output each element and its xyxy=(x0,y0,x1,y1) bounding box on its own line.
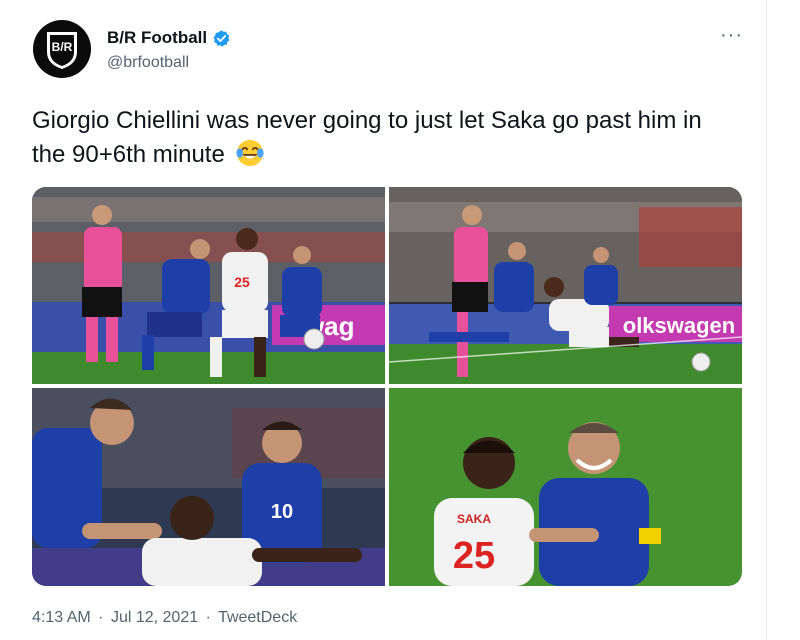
author-avatar[interactable]: B/R xyxy=(33,20,91,78)
face-with-tears-of-joy-icon xyxy=(236,139,265,167)
tweet-text-content: Giorgio Chiellini was never going to jus… xyxy=(32,107,702,168)
verified-badge-icon xyxy=(213,29,230,47)
photo-4-image: SAKA 25 xyxy=(389,388,742,586)
shirt-number-10: 10 xyxy=(271,501,293,523)
avatar-text: B/R xyxy=(52,40,73,54)
author-name-row: B/R Football xyxy=(107,28,231,48)
tweet-meta: 4:13 AM · Jul 12, 2021 · TweetDeck xyxy=(32,609,300,627)
tweet-media-grid[interactable]: swag 25 olkswagen 10 SAKA 25 xyxy=(32,187,742,586)
photo-3-image: 10 xyxy=(32,388,385,586)
media-photo-2[interactable]: olkswagen xyxy=(389,187,742,384)
tweet-date[interactable]: Jul 12, 2021 xyxy=(111,609,198,626)
media-photo-4[interactable]: SAKA 25 xyxy=(389,388,742,586)
br-logo-icon: B/R xyxy=(47,32,77,69)
author-name[interactable]: B/R Football xyxy=(107,28,207,48)
photo-2-image: olkswagen xyxy=(389,187,742,384)
meta-separator: · xyxy=(98,609,104,626)
tweet-time[interactable]: 4:13 AM xyxy=(32,609,91,626)
media-photo-3[interactable]: 10 xyxy=(32,388,385,586)
photo-1-image: swag 25 xyxy=(32,187,385,384)
media-photo-1[interactable]: swag 25 xyxy=(32,187,385,384)
shirt-number-25: 25 xyxy=(453,535,495,577)
shirt-name-saka: SAKA xyxy=(457,512,491,526)
more-options-button[interactable]: ··· xyxy=(720,24,743,47)
meta-separator: · xyxy=(205,609,211,626)
tweet-card: B/R B/R Football @brfootball ··· Giorgio… xyxy=(0,0,767,640)
ad-board-text-2: olkswagen xyxy=(623,313,735,338)
author-handle[interactable]: @brfootball xyxy=(107,54,189,72)
tweet-text: Giorgio Chiellini was never going to jus… xyxy=(32,104,732,172)
svg-text:25: 25 xyxy=(234,274,250,290)
tweet-source[interactable]: TweetDeck xyxy=(218,609,297,626)
